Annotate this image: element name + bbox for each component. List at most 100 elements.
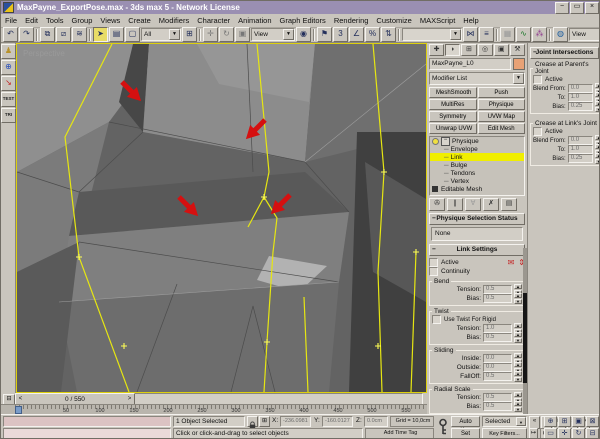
uvw-map-button[interactable]: UVW Map <box>478 111 526 122</box>
menu-create[interactable]: Create <box>124 16 155 25</box>
maxscript-listener-pane[interactable] <box>3 428 171 439</box>
biped-icon[interactable]: ♟ <box>1 44 16 59</box>
sliding-outside-field[interactable]: 0.0 <box>483 363 512 372</box>
next-frame-icon[interactable]: > <box>125 396 134 402</box>
select-and-rotate-icon[interactable]: ↻ <box>219 27 234 42</box>
arc-rotate-icon[interactable]: ↻ <box>572 428 585 439</box>
menu-graph-editors[interactable]: Graph Editors <box>276 16 330 25</box>
radial-tension-field[interactable]: 0.5 <box>483 393 512 402</box>
menu-tools[interactable]: Tools <box>42 16 68 25</box>
show-end-result-icon[interactable]: ∥ <box>447 198 463 211</box>
parent-active-checkbox[interactable] <box>533 75 542 84</box>
material-editor-icon[interactable]: ◍ <box>553 27 568 42</box>
minimize-icon[interactable]: − <box>555 2 569 14</box>
align-icon[interactable]: ≡ <box>479 27 494 42</box>
object-name-field[interactable]: MaxPayne_L0 <box>429 58 511 70</box>
unwrap-uvw-button[interactable]: Unwrap UVW <box>429 123 477 134</box>
symmetry-button[interactable]: Symmetry <box>429 111 477 122</box>
use-pivot-center-icon[interactable]: ◉ <box>296 27 311 42</box>
chevron-down-icon[interactable]: ▼ <box>169 29 180 40</box>
twist-tension-field[interactable]: 1.0 <box>483 324 512 333</box>
twist-bias-field[interactable]: 0.5 <box>483 333 512 342</box>
world-icon[interactable]: ⊕ <box>1 60 16 75</box>
menu-views[interactable]: Views <box>96 16 124 25</box>
stack-row-link[interactable]: ─Link <box>430 153 524 161</box>
zoom-all-icon[interactable]: ⊞ <box>558 416 571 427</box>
meshsmooth-button[interactable]: MeshSmooth <box>429 87 477 98</box>
chevron-down-icon[interactable]: ▼ <box>283 29 294 40</box>
tab-create-icon[interactable]: ✚ <box>429 44 444 56</box>
chevron-down-icon[interactable]: ▼ <box>516 417 526 426</box>
parent-to-field[interactable]: 1.0 <box>568 93 593 102</box>
export-arrow-icon[interactable]: ↘ <box>1 76 16 91</box>
spinner-arrows[interactable]: ▲▼ <box>514 371 522 382</box>
tab-hierarchy-icon[interactable]: ⊞ <box>461 44 476 56</box>
key-mode-dropdown[interactable]: Selected ▼ <box>482 416 527 427</box>
sliding-falloff-field[interactable]: 0.5 <box>483 372 512 381</box>
render-type-dropdown[interactable]: View ▼ <box>569 28 600 41</box>
chevron-down-icon[interactable]: ▼ <box>450 29 461 40</box>
configure-modifier-sets-icon[interactable]: ▤ <box>501 198 517 211</box>
window-crossing-icon[interactable]: ⊞ <box>182 27 197 42</box>
auto-key-button[interactable]: Auto Key <box>451 416 480 427</box>
close-icon[interactable]: × <box>585 2 599 14</box>
use-twist-for-rigid-checkbox[interactable] <box>432 315 441 324</box>
select-and-manipulate-icon[interactable]: ⚑ <box>317 27 332 42</box>
title-bar[interactable]: MaxPayne_ExportPose.max - 3ds max 5 - Ne… <box>1 1 600 14</box>
menu-rendering[interactable]: Rendering <box>330 16 373 25</box>
selection-lock-icon[interactable] <box>247 416 258 427</box>
tab-utilities-icon[interactable]: ⚒ <box>510 44 525 56</box>
stack-row-bulge[interactable]: ─Bulge <box>430 161 524 169</box>
z-coordinate-field[interactable]: 0.0cm <box>364 416 388 427</box>
menu-file[interactable]: File <box>1 16 21 25</box>
layer-manager-icon[interactable]: ▦ <box>500 27 515 42</box>
menu-maxscript[interactable]: MAXScript <box>416 16 459 25</box>
radial-bias-field[interactable]: 0.5 <box>483 402 512 411</box>
sliding-inside-field[interactable]: 0.0 <box>483 354 512 363</box>
continuity-checkbox[interactable] <box>429 267 438 276</box>
named-selection-sets-input[interactable]: ▼ <box>402 28 462 41</box>
spinner-arrows[interactable]: ▲▼ <box>595 153 600 164</box>
menu-modifiers[interactable]: Modifiers <box>155 16 193 25</box>
tab-motion-icon[interactable]: ◎ <box>478 44 493 56</box>
select-by-name-icon[interactable]: ▤ <box>109 27 124 42</box>
y-coordinate-field[interactable]: -160.0127 <box>322 416 353 427</box>
macro-recorder-pane[interactable] <box>3 416 171 427</box>
unlink-selection-icon[interactable]: ⧄ <box>56 27 71 42</box>
set-key-button[interactable]: Set Key <box>451 428 480 439</box>
tab-display-icon[interactable]: ▣ <box>494 44 509 56</box>
collapse-icon[interactable]: − <box>441 137 450 146</box>
keyboard-override-key-icon[interactable] <box>438 418 448 438</box>
active-checkbox[interactable] <box>429 258 438 267</box>
perspective-viewport[interactable]: Perspective <box>16 43 427 393</box>
spinner-arrows[interactable]: ▲▼ <box>514 401 522 412</box>
make-unique-icon[interactable]: ∀ <box>465 198 481 211</box>
percent-snap-icon[interactable]: % <box>365 27 380 42</box>
mirror-icon[interactable]: ⋈ <box>463 27 478 42</box>
tri-export-button[interactable]: TRI <box>1 108 16 123</box>
test-button[interactable]: TEST <box>1 92 16 107</box>
stack-row-physique[interactable]: − Physique <box>430 137 524 145</box>
curve-editor-icon[interactable]: ∿ <box>516 27 531 42</box>
min-max-toggle-icon[interactable]: ⊟ <box>586 428 599 439</box>
spinner-arrows[interactable]: ▲▼ <box>514 332 522 343</box>
select-and-move-icon[interactable]: ✛ <box>203 27 218 42</box>
bend-tension-field[interactable]: 0.5 <box>483 285 512 294</box>
menu-character[interactable]: Character <box>193 16 234 25</box>
absolute-offset-toggle-icon[interactable]: ⊞ <box>259 416 270 427</box>
edit-mesh-button[interactable]: Edit Mesh <box>478 123 526 134</box>
menu-animation[interactable]: Animation <box>234 16 275 25</box>
link-active-checkbox[interactable] <box>533 127 542 136</box>
parent-blend-from-field[interactable]: 0.0 <box>568 84 593 93</box>
remove-modifier-icon[interactable]: ✗ <box>483 198 499 211</box>
bend-bias-field[interactable]: 0.5 <box>483 294 512 303</box>
link-blend-from-field[interactable]: 0.0 <box>568 136 593 145</box>
link-settings-rollout[interactable]: − Link Settings <box>429 244 525 256</box>
stack-row-vertex[interactable]: ─Vertex <box>430 177 524 185</box>
zoom-extents-all-icon[interactable]: ⊠ <box>586 416 599 427</box>
stack-row-envelope[interactable]: ─Envelope <box>430 145 524 153</box>
pan-icon[interactable]: ✛ <box>558 428 571 439</box>
visibility-bulb-icon[interactable] <box>432 138 439 145</box>
select-and-link-icon[interactable]: ⧉ <box>40 27 55 42</box>
region-zoom-icon[interactable]: ▭ <box>544 428 557 439</box>
